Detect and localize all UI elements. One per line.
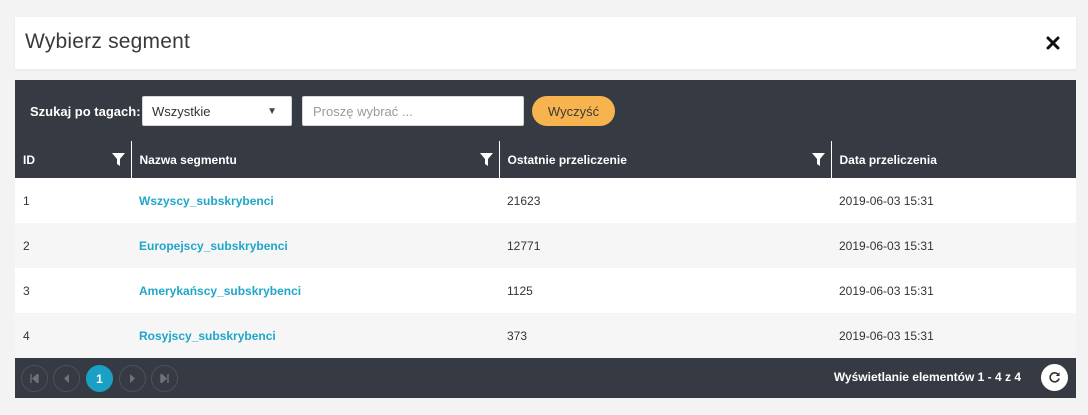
- tag-input[interactable]: [302, 96, 524, 126]
- pagination-info: Wyświetlanie elementów 1 - 4 z 4: [833, 370, 1021, 384]
- cell-count: 1125: [499, 268, 831, 313]
- cell-id: 2: [15, 223, 131, 268]
- modal-header: Wybierz segment: [15, 17, 1076, 69]
- cell-date: 2019-06-03 15:31: [831, 223, 1076, 268]
- modal-title: Wybierz segment: [25, 30, 191, 53]
- clear-button[interactable]: Wyczyść: [532, 96, 615, 126]
- cell-date: 2019-06-03 15:31: [831, 178, 1076, 223]
- cell-count: 21623: [499, 178, 831, 223]
- cell-date: 2019-06-03 15:31: [831, 268, 1076, 313]
- table-row[interactable]: 2 Europejscy_subskrybenci 12771 2019-06-…: [15, 223, 1076, 268]
- cell-id: 3: [15, 268, 131, 313]
- table-row[interactable]: 1 Wszyscy_subskrybenci 21623 2019-06-03 …: [15, 178, 1076, 223]
- column-header-calculation-date[interactable]: Data przeliczenia: [831, 141, 1076, 178]
- cell-id: 1: [15, 178, 131, 223]
- refresh-icon[interactable]: [1041, 364, 1068, 391]
- page-button-current[interactable]: 1: [86, 365, 113, 392]
- column-header-name[interactable]: Nazwa segmentu: [131, 141, 500, 178]
- column-header-label: Nazwa segmentu: [139, 152, 237, 167]
- column-header-label: Ostatnie przeliczenie: [507, 152, 627, 167]
- filter-icon[interactable]: [111, 153, 125, 166]
- segment-link[interactable]: Wszyscy_subskrybenci: [139, 194, 274, 208]
- next-page-icon[interactable]: [119, 365, 146, 392]
- tag-select[interactable]: Wszystkie ▼: [142, 96, 292, 126]
- segment-link[interactable]: Amerykańscy_subskrybenci: [139, 284, 301, 298]
- last-page-icon[interactable]: [151, 365, 178, 392]
- tag-filter-label: Szukaj po tagach:: [30, 104, 141, 119]
- column-header-id[interactable]: ID: [15, 141, 132, 178]
- tag-filter-toolbar: Szukaj po tagach: Wszystkie ▼ Wyczyść: [15, 80, 1076, 141]
- first-page-icon[interactable]: [21, 365, 48, 392]
- cell-id: 4: [15, 313, 131, 358]
- filter-icon[interactable]: [811, 153, 825, 166]
- caret-down-icon: ▼: [267, 106, 277, 117]
- column-header-label: ID: [23, 152, 35, 167]
- column-header-last-calculation[interactable]: Ostatnie przeliczenie: [499, 141, 832, 178]
- segment-modal: Wybierz segment Szukaj po tagach: Wszyst…: [15, 17, 1076, 398]
- filter-icon[interactable]: [479, 153, 493, 166]
- column-header-label: Data przeliczenia: [839, 152, 937, 167]
- tag-select-value: Wszystkie: [152, 104, 211, 119]
- cell-count: 12771: [499, 223, 831, 268]
- cell-count: 373: [499, 313, 831, 358]
- segment-link[interactable]: Europejscy_subskrybenci: [139, 239, 288, 253]
- segment-link[interactable]: Rosyjscy_subskrybenci: [139, 329, 276, 343]
- table-header-row: ID Nazwa segmentu Ostatnie przeliczenie: [15, 141, 1076, 178]
- previous-page-icon[interactable]: [53, 365, 80, 392]
- segment-panel: Szukaj po tagach: Wszystkie ▼ Wyczyść ID: [15, 80, 1076, 398]
- table-row[interactable]: 3 Amerykańscy_subskrybenci 1125 2019-06-…: [15, 268, 1076, 313]
- segment-table: ID Nazwa segmentu Ostatnie przeliczenie: [15, 141, 1076, 358]
- table-row[interactable]: 4 Rosyjscy_subskrybenci 373 2019-06-03 1…: [15, 313, 1076, 358]
- cell-date: 2019-06-03 15:31: [831, 313, 1076, 358]
- pagination-bar: 1 Wyświetlanie elementów 1 - 4 z 4: [15, 358, 1076, 398]
- close-icon[interactable]: [1044, 34, 1062, 52]
